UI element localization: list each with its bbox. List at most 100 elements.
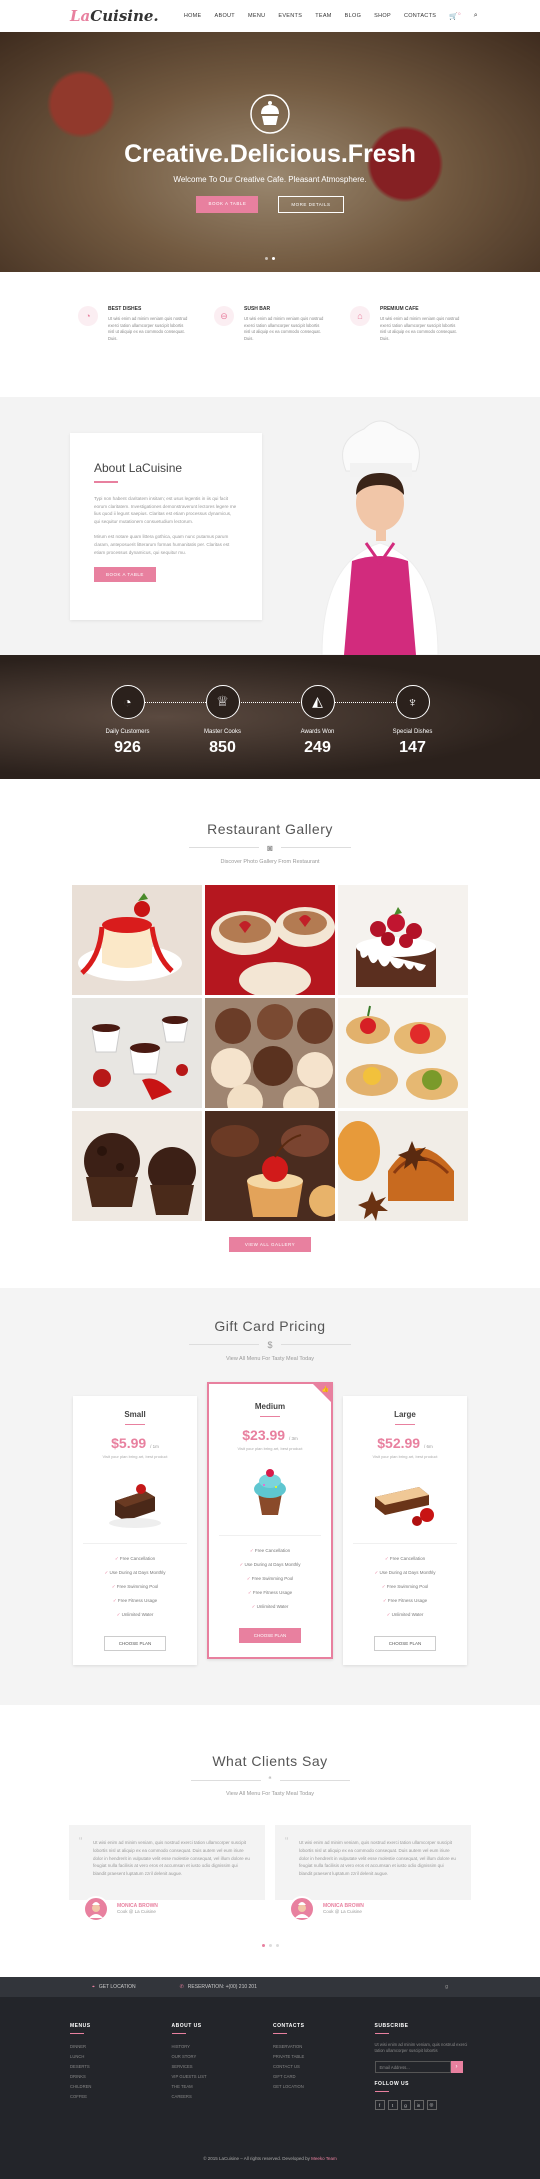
choose-plan-button[interactable]: CHOOSE PLAN xyxy=(103,1636,167,1652)
facebook-icon[interactable]: f xyxy=(374,2100,385,2111)
footer-about: ABOUT US HISTORY OUR STORY SERVICES VIP … xyxy=(171,2022,274,2110)
google-plus-icon[interactable]: g xyxy=(400,2100,411,2111)
gallery-image[interactable] xyxy=(72,997,202,1108)
menu-item-about[interactable]: ABOUT xyxy=(215,13,235,19)
footer-link[interactable]: CONTACT US xyxy=(273,2062,375,2072)
footer-link[interactable]: SERVICES xyxy=(172,2062,274,2072)
feature-item: ◔ BEST DISHES Ut wisi enim ad minim venia… xyxy=(78,306,190,343)
feature-title: SUSH BAR xyxy=(244,306,271,312)
footer-link[interactable]: DINNER xyxy=(70,2042,172,2052)
plan-feature: Free Swimming Pool xyxy=(83,1580,187,1594)
footer-heading: ABOUT US xyxy=(171,2022,202,2029)
menu-item-contacts[interactable]: CONTACTS xyxy=(404,13,436,19)
gallery-grid xyxy=(0,884,540,1221)
footer-link[interactable]: DRINKS xyxy=(70,2072,172,2082)
gallery-image[interactable] xyxy=(338,884,468,995)
footer-menus: MENUS DINNER LUNCH DESERTS DRINKS CHILDR… xyxy=(70,2023,172,2110)
menu-item-shop[interactable]: SHOP xyxy=(374,13,391,19)
carousel-dot[interactable] xyxy=(268,1943,272,1947)
footer-link[interactable]: CAREERS xyxy=(172,2092,274,2102)
counter-label: Awards Won xyxy=(300,728,335,735)
twitter-icon[interactable]: t xyxy=(387,2100,398,2111)
choose-plan-button[interactable]: CHOOSE PLAN xyxy=(373,1636,437,1652)
plan-feature: Use During at Days Monthly xyxy=(83,1566,187,1580)
gallery-image[interactable] xyxy=(72,884,202,995)
book-table-button[interactable]: BOOK A TABLE xyxy=(196,196,259,213)
plan-feature: Use During at Days Monthly xyxy=(353,1566,457,1580)
search-icon[interactable]: ⌕ xyxy=(474,12,478,20)
about-section: About LaCuisine Typi non habent claritat… xyxy=(0,396,540,656)
menu-item-events[interactable]: EVENTS xyxy=(278,13,302,19)
footer-link[interactable]: COFFEE xyxy=(70,2092,172,2102)
carousel-dot[interactable] xyxy=(275,1943,279,1947)
more-details-button[interactable]: MORE DETAILS xyxy=(278,196,344,213)
footer-link[interactable]: OUR STORY xyxy=(172,2052,274,2062)
footer-link[interactable]: CHILDREN xyxy=(70,2082,172,2092)
footer-link[interactable]: PRIVATE TABLE xyxy=(273,2052,375,2062)
testimonial-card: Ut wisi enim ad minim veniam, quis nostr… xyxy=(69,1825,265,1922)
send-icon[interactable]: › xyxy=(450,2061,463,2074)
footer-heading: CONTACTS xyxy=(273,2022,305,2029)
slider-dot[interactable] xyxy=(272,257,275,260)
footer-link[interactable]: GET LOCATION xyxy=(273,2082,375,2092)
gallery-image[interactable] xyxy=(205,884,335,995)
copyright: © 2015 LaCuisine – All rights reserved. … xyxy=(203,2156,337,2162)
plan-image xyxy=(353,1471,457,1531)
footer-link[interactable]: RESERVATION xyxy=(273,2042,375,2052)
footer-link[interactable]: THE TEAM xyxy=(172,2082,274,2092)
footer-link[interactable]: HISTORY xyxy=(172,2042,274,2052)
cart-icon[interactable]: 🛒0 xyxy=(449,11,461,20)
plan-description: Visit your plan bring art, best product xyxy=(237,1446,303,1452)
carousel-dot[interactable] xyxy=(261,1943,265,1947)
view-all-gallery-button[interactable]: VIEW ALL GALLERY xyxy=(229,1236,311,1252)
footer-heading: MENUS xyxy=(70,2022,91,2029)
counter-item: ◔ Daily Customers 926 xyxy=(93,684,163,779)
gallery-image[interactable] xyxy=(205,1110,335,1221)
author-role: Cook @ La Cuisine xyxy=(117,1909,156,1915)
plan-feature: Free Fitness Usage xyxy=(353,1594,457,1608)
feature-title: PREMIUM CAFE xyxy=(380,306,419,312)
menu-item-team[interactable]: TEAM xyxy=(315,13,331,19)
developer-link[interactable]: Meeko Team xyxy=(311,2156,337,2161)
footer-link[interactable]: DESERTS xyxy=(70,2062,172,2072)
plan-price: $23.99 xyxy=(242,1427,286,1444)
gallery-image[interactable] xyxy=(72,1110,202,1221)
email-input[interactable]: Email Address... xyxy=(374,2061,451,2074)
gallery-image[interactable] xyxy=(338,1110,468,1221)
plan-feature: Free Fitness Usage xyxy=(83,1594,187,1608)
plan-period: / 3m xyxy=(288,1436,298,1442)
gallery-image[interactable] xyxy=(205,997,335,1108)
logo[interactable]: LaCuisine. xyxy=(70,7,159,25)
menu-item-menu[interactable]: MENU xyxy=(248,13,265,19)
plan-feature: Unlimited Water xyxy=(353,1608,457,1622)
footer-link[interactable]: GIFT CARD xyxy=(273,2072,375,2082)
plan-price: $5.99 xyxy=(111,1435,147,1452)
about-book-table-button[interactable]: BOOK A TABLE xyxy=(94,567,156,583)
wine-glass-icon: ♆ xyxy=(395,684,430,719)
menu-item-blog[interactable]: BLOG xyxy=(345,13,361,19)
reservation-phone: ✆ RESERVATION: +(00) 210 201 xyxy=(179,1983,257,1990)
plan-name: Medium xyxy=(254,1401,286,1411)
footer-link[interactable]: VIP GUESTS LIST xyxy=(172,2072,274,2082)
gallery-image[interactable] xyxy=(338,997,468,1108)
menu-item-home[interactable]: HOME xyxy=(184,13,202,19)
subscribe-text: Ut wisi enim ad minim veniam, quis nostr… xyxy=(374,2041,468,2054)
avatar xyxy=(289,1895,315,1922)
choose-plan-button[interactable]: CHOOSE PLAN xyxy=(238,1628,302,1644)
linkedin-icon[interactable]: in xyxy=(413,2100,424,2111)
google-plus-icon[interactable]: g xyxy=(445,1984,448,1990)
get-location-link[interactable]: ⌖ GET LOCATION xyxy=(92,1984,136,1990)
plan-period: / 6m xyxy=(423,1444,433,1450)
testimonials-title: What Clients Say xyxy=(212,1753,328,1770)
dribbble-icon[interactable]: ◎ xyxy=(426,2100,437,2111)
footer-contacts: CONTACTS RESERVATION PRIVATE TABLE CONTA… xyxy=(273,2023,375,2110)
counter-item: ♆ Special Dishes 147 xyxy=(378,684,448,779)
counter-value: 850 xyxy=(209,738,236,756)
slider-dots xyxy=(0,257,540,260)
title-underline xyxy=(94,480,118,483)
slider-dot[interactable] xyxy=(265,257,268,260)
footer-link[interactable]: LUNCH xyxy=(70,2052,172,2062)
fish-icon: ◔ xyxy=(78,306,98,326)
counter-value: 147 xyxy=(399,738,426,756)
main-menu: HOME ABOUT MENU EVENTS TEAM BLOG SHOP CO… xyxy=(184,11,478,20)
